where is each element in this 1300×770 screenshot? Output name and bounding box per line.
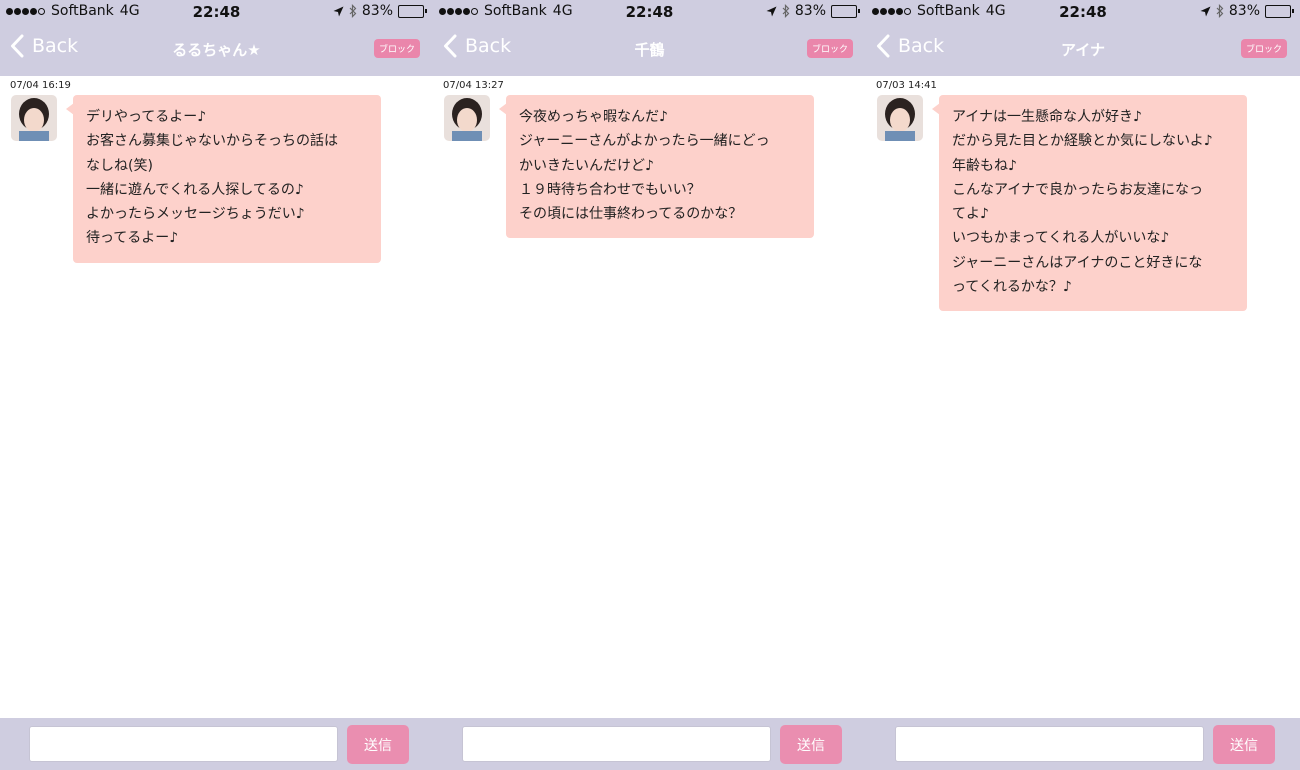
message-bubble: デリやってるよー♪ お客さん募集じゃないからそっちの話は なしね(笑) 一緒に遊んでく… <box>66 95 381 263</box>
battery-percent: 83% <box>794 3 826 19</box>
avatar[interactable] <box>11 95 57 141</box>
send-button[interactable]: 送信 <box>1213 725 1275 764</box>
message-line: ジャーニーさんがよかったら一緒にどっ <box>519 133 770 150</box>
status-right: 83% <box>333 3 427 19</box>
location-arrow-icon <box>766 6 777 17</box>
message-line: かいきたいんだけど♪ <box>519 157 654 174</box>
header-bar: SoftBank 4G 22:48 83% <box>433 0 866 76</box>
message-line: 年齢もね♪ <box>952 157 1017 174</box>
message-timestamp: 07/03 14:41 <box>876 80 937 91</box>
message-line: お客さん募集じゃないからそっちの話は <box>86 133 338 150</box>
nav-bar: Back るるちゃん★ ブロック <box>0 24 433 76</box>
message-bubble: アイナは一生懸命な人が好き♪ だから見た目とか経験とか気にしないよ♪ 年齢もね♪ こん… <box>932 95 1247 312</box>
message-input[interactable] <box>29 726 338 762</box>
battery-icon <box>398 4 427 18</box>
message-line: ジャーニーさんはアイナのこと好きにな <box>952 254 1203 271</box>
send-button[interactable]: 送信 <box>347 725 409 764</box>
message-line: その頃には仕事終わってるのかな？ <box>519 206 743 223</box>
battery-icon <box>1265 4 1294 18</box>
status-right: 83% <box>766 3 860 19</box>
compose-bar: 送信 <box>433 718 866 770</box>
bluetooth-icon <box>1216 4 1224 18</box>
block-button[interactable]: ブロック <box>1240 39 1287 58</box>
chat-screen-1: SoftBank 4G 22:48 83% Back るるちゃん★ ブロック 0… <box>0 0 433 770</box>
avatar-photo <box>877 95 923 141</box>
avatar[interactable] <box>444 95 490 141</box>
message-timestamp: 07/04 16:19 <box>10 80 71 91</box>
message-timestamp: 07/04 13:27 <box>443 80 504 91</box>
message-bubble: 今夜めっちゃ暇なんだ♪ ジャーニーさんがよかったら一緒にどっ かいきたいんだけど♪ １… <box>499 95 814 239</box>
avatar-photo <box>444 95 490 141</box>
nav-bar: Back 千鶴 ブロック <box>433 24 866 76</box>
status-right: 83% <box>1200 3 1294 19</box>
message-line: １９時待ち合わせでもいい？ <box>519 181 701 198</box>
message-input[interactable] <box>462 726 771 762</box>
message-line: デリやってるよー♪ <box>86 109 207 125</box>
message-line: 今夜めっちゃ暇なんだ♪ <box>519 109 668 125</box>
block-button[interactable]: ブロック <box>373 39 420 58</box>
nav-bar: Back アイナ ブロック <box>866 24 1300 76</box>
avatar-photo <box>11 95 57 141</box>
chat-screen-3: SoftBank 4G 22:48 83% Back アイナ ブロック 07/0… <box>866 0 1300 770</box>
block-button[interactable]: ブロック <box>806 39 853 58</box>
battery-percent: 83% <box>1228 3 1260 19</box>
chat-title: るるちゃん★ <box>172 41 261 59</box>
chat-title: アイナ <box>1061 41 1105 59</box>
status-bar: SoftBank 4G 22:48 83% <box>866 0 1300 24</box>
location-arrow-icon <box>333 6 344 17</box>
send-button[interactable]: 送信 <box>780 725 842 764</box>
message-line: いつもかまってくれる人がいいな♪ <box>952 230 1170 247</box>
bluetooth-icon <box>782 4 790 18</box>
battery-icon <box>831 4 860 18</box>
avatar[interactable] <box>877 95 923 141</box>
status-bar: SoftBank 4G 22:48 83% <box>0 0 433 24</box>
message-line: ってくれるかな？♪ <box>952 279 1072 296</box>
message-line: よかったらメッセージちょうだい♪ <box>86 206 305 223</box>
status-bar: SoftBank 4G 22:48 83% <box>433 0 866 24</box>
message-line: 待ってるよー♪ <box>86 230 179 247</box>
header-bar: SoftBank 4G 22:48 83% <box>866 0 1300 76</box>
bluetooth-icon <box>349 4 357 18</box>
message-line: なしね(笑) <box>86 157 153 174</box>
message-input[interactable] <box>895 726 1204 762</box>
message-line: アイナは一生懸命な人が好き♪ <box>952 109 1142 125</box>
location-arrow-icon <box>1200 6 1211 17</box>
compose-bar: 送信 <box>0 718 433 770</box>
battery-percent: 83% <box>361 3 393 19</box>
message-line: 一緒に遊んでくれる人探してるの♪ <box>86 181 304 198</box>
message-line: こんなアイナで良かったらお友達になっ <box>952 181 1204 198</box>
message-line: だから見た目とか経験とか気にしないよ♪ <box>952 133 1213 150</box>
screens: SoftBank 4G 22:48 83% Back るるちゃん★ ブロック 0… <box>0 0 1300 770</box>
header-bar: SoftBank 4G 22:48 83% <box>0 0 433 76</box>
chat-title: 千鶴 <box>634 41 665 59</box>
chat-screen-2: SoftBank 4G 22:48 83% Back 千鶴 ブロック 07/04… <box>433 0 866 770</box>
message-line: てよ♪ <box>952 206 989 223</box>
compose-bar: 送信 <box>866 718 1300 770</box>
